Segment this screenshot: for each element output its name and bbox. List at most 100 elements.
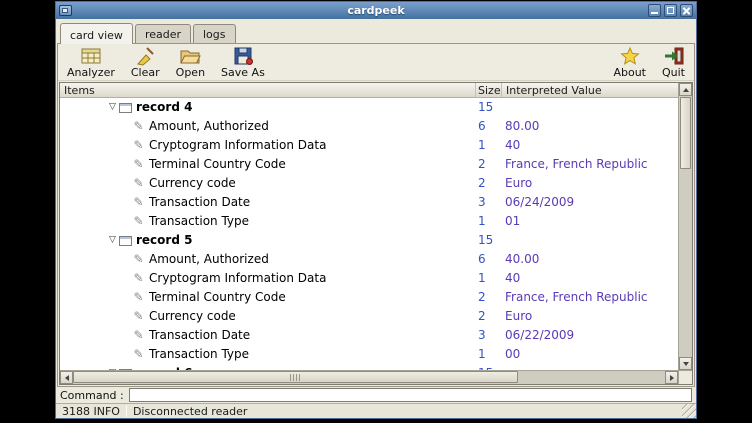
row-value: 00 — [502, 345, 678, 364]
row-label: Transaction Type — [149, 345, 249, 364]
row-value: 80.00 — [502, 117, 678, 136]
scrollbar-corner — [678, 370, 692, 384]
tab-card-view[interactable]: card view — [60, 23, 133, 44]
row-value: 40 — [502, 269, 678, 288]
quit-button[interactable]: Quit — [659, 46, 688, 79]
toolbar: Analyzer Clear — [58, 44, 694, 81]
row-value: 06/22/2009 — [502, 326, 678, 345]
status-counter: 3188 INFO — [56, 404, 126, 418]
row-size: 3 — [476, 193, 502, 212]
about-button[interactable]: About — [610, 46, 649, 79]
row-value: France, French Republic — [502, 288, 678, 307]
tab-bar: card view reader logs — [56, 19, 696, 43]
pencil-icon: ✎ — [132, 326, 145, 345]
row-size: 1 — [476, 136, 502, 155]
row-size: 2 — [476, 155, 502, 174]
pencil-icon: ✎ — [132, 155, 145, 174]
minimize-icon — [651, 12, 658, 14]
pencil-icon: ✎ — [132, 136, 145, 155]
scroll-up-button[interactable] — [679, 83, 692, 96]
row-value: France, French Republic — [502, 155, 678, 174]
table-row[interactable]: ▽ ✎ Amount, Authorized 6 40.00 — [60, 250, 678, 269]
save-icon — [232, 46, 254, 66]
table-row[interactable]: ▽ ✎ Transaction Date 3 06/24/2009 — [60, 193, 678, 212]
row-label: Cryptogram Information Data — [149, 269, 326, 288]
table-row[interactable]: ▽ ✎ Terminal Country Code 2 France, Fren… — [60, 155, 678, 174]
tree-header: Items Size Interpreted Value — [60, 83, 678, 98]
row-size: 6 — [476, 250, 502, 269]
card-tree: Items Size Interpreted Value ▽ ✎ record … — [59, 82, 693, 385]
row-label: Transaction Date — [149, 326, 250, 345]
row-label: Transaction Type — [149, 212, 249, 231]
row-label: record 5 — [136, 231, 192, 250]
row-label: Currency code — [149, 174, 236, 193]
row-size: 1 — [476, 269, 502, 288]
table-row[interactable]: ▽ ✎ record 4 15 — [60, 98, 678, 117]
column-header-items[interactable]: Items — [60, 83, 476, 97]
row-label: Currency code — [149, 307, 236, 326]
row-size: 6 — [476, 117, 502, 136]
horizontal-scrollbar-thumb[interactable] — [73, 371, 518, 383]
expander-icon[interactable]: ▽ — [106, 98, 119, 117]
table-row[interactable]: ▽ ✎ Terminal Country Code 2 France, Fren… — [60, 288, 678, 307]
expander-icon[interactable]: ▽ — [106, 231, 119, 250]
cardpeek-window: cardpeek card view reader logs — [55, 1, 697, 419]
command-input[interactable] — [129, 388, 692, 402]
pencil-icon: ✎ — [132, 288, 145, 307]
command-row: Command : — [56, 387, 696, 403]
table-row[interactable]: ▽ ✎ Transaction Type 1 00 — [60, 345, 678, 364]
tree-body: ▽ ✎ record 4 15 ▽ ✎ Amount, Authorized 6… — [60, 98, 678, 370]
table-row[interactable]: ▽ ✎ Transaction Date 3 06/22/2009 — [60, 326, 678, 345]
scroll-left-button[interactable] — [60, 371, 73, 384]
pencil-icon: ✎ — [132, 193, 145, 212]
row-value: Euro — [502, 174, 678, 193]
close-button[interactable] — [680, 4, 693, 17]
titlebar[interactable]: cardpeek — [56, 2, 696, 19]
row-value: 01 — [502, 212, 678, 231]
row-value: 40 — [502, 136, 678, 155]
column-header-interpreted-value[interactable]: Interpreted Value — [502, 83, 678, 97]
analyzer-button[interactable]: Analyzer — [64, 46, 118, 79]
clear-button[interactable]: Clear — [128, 46, 163, 79]
open-button[interactable]: Open — [173, 46, 208, 79]
scroll-right-button[interactable] — [665, 371, 678, 384]
save-as-button[interactable]: Save As — [218, 46, 268, 79]
row-label: Amount, Authorized — [149, 250, 269, 269]
minimize-button[interactable] — [648, 4, 661, 17]
row-label: Transaction Date — [149, 193, 250, 212]
column-header-size[interactable]: Size — [476, 83, 502, 97]
table-row[interactable]: ▽ ✎ Amount, Authorized 6 80.00 — [60, 117, 678, 136]
star-icon — [619, 46, 641, 66]
row-label: Cryptogram Information Data — [149, 136, 326, 155]
row-value: 40.00 — [502, 250, 678, 269]
status-bar: 3188 INFO Disconnected reader — [56, 403, 696, 418]
row-size: 2 — [476, 307, 502, 326]
maximize-button[interactable] — [664, 4, 677, 17]
table-row[interactable]: ▽ ✎ Transaction Type 1 01 — [60, 212, 678, 231]
status-message: Disconnected reader — [127, 404, 682, 418]
pencil-icon: ✎ — [132, 212, 145, 231]
horizontal-scrollbar[interactable] — [60, 370, 678, 384]
row-value: Euro — [502, 307, 678, 326]
record-icon — [119, 236, 132, 246]
table-row[interactable]: ▽ ✎ Currency code 2 Euro — [60, 307, 678, 326]
table-row[interactable]: ▽ ✎ Currency code 2 Euro — [60, 174, 678, 193]
pencil-icon: ✎ — [132, 174, 145, 193]
table-row[interactable]: ▽ ✎ Cryptogram Information Data 1 40 — [60, 136, 678, 155]
row-size: 1 — [476, 212, 502, 231]
scroll-down-button[interactable] — [679, 357, 692, 370]
vertical-scrollbar-thumb[interactable] — [680, 97, 691, 169]
row-label: Terminal Country Code — [149, 155, 286, 174]
pencil-icon: ✎ — [132, 307, 145, 326]
table-row[interactable]: ▽ ✎ record 5 15 — [60, 231, 678, 250]
tab-logs[interactable]: logs — [193, 24, 236, 43]
row-size: 15 — [476, 231, 502, 250]
row-value: 06/24/2009 — [502, 193, 678, 212]
row-label: Amount, Authorized — [149, 117, 269, 136]
arrow-left-icon — [65, 375, 69, 381]
vertical-scrollbar[interactable] — [678, 83, 692, 370]
pencil-icon: ✎ — [132, 269, 145, 288]
resize-grip[interactable] — [682, 404, 696, 418]
tab-reader[interactable]: reader — [135, 24, 191, 43]
table-row[interactable]: ▽ ✎ Cryptogram Information Data 1 40 — [60, 269, 678, 288]
